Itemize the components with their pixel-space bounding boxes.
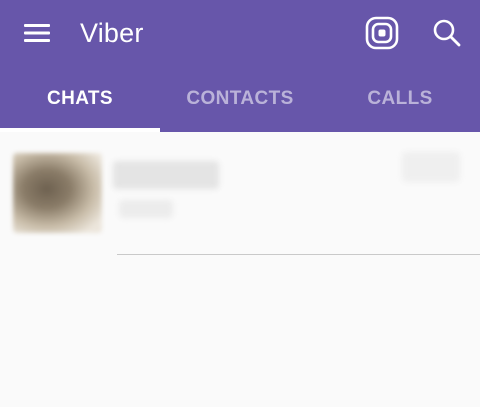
tab-calls-label: CALLS: [367, 88, 433, 109]
tab-chats[interactable]: CHATS: [0, 66, 160, 132]
chat-timestamp: [402, 152, 460, 182]
list-divider: [117, 254, 480, 255]
tab-bar: CHATS CONTACTS CALLS: [0, 66, 480, 132]
hamburger-menu-icon: [24, 24, 50, 42]
menu-button[interactable]: [16, 13, 58, 53]
tab-calls[interactable]: CALLS: [320, 66, 480, 132]
app-toolbar: Viber: [0, 0, 480, 66]
app-title: Viber: [80, 18, 144, 48]
chat-last-message: [119, 200, 173, 218]
public-accounts-icon: [365, 16, 399, 50]
search-button[interactable]: [425, 11, 469, 55]
search-icon: [433, 19, 461, 47]
tab-contacts-label: CONTACTS: [186, 88, 294, 109]
tab-contacts[interactable]: CONTACTS: [160, 66, 320, 132]
public-accounts-button[interactable]: [360, 11, 404, 55]
viber-app: Viber CHATS CONTACTS CALLS: [0, 0, 480, 407]
chat-list-item[interactable]: [0, 132, 480, 256]
chat-list: [0, 132, 480, 407]
chat-contact-name: [113, 161, 219, 189]
contact-avatar: [13, 153, 102, 233]
tab-chats-label: CHATS: [46, 88, 114, 109]
